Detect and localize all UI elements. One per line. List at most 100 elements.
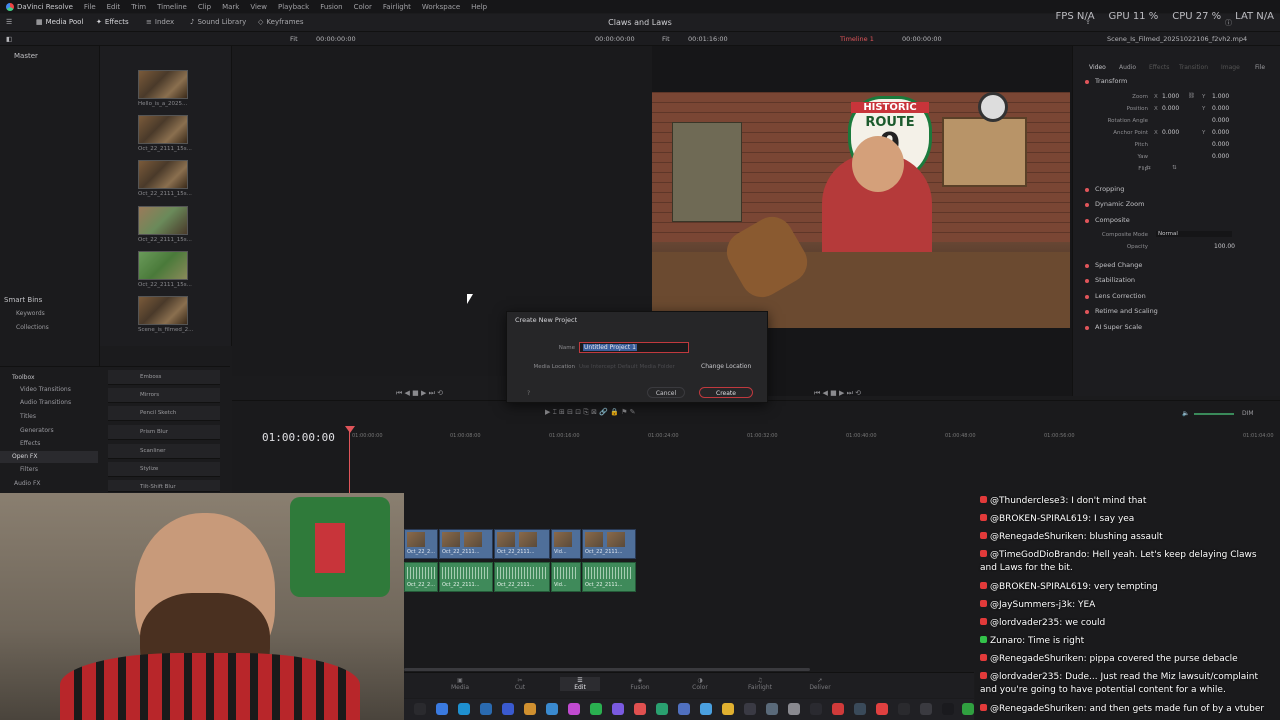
create-button[interactable]: Create — [699, 387, 753, 398]
link-icon[interactable]: ⛓ — [1188, 93, 1195, 99]
effect-emboss[interactable]: Emboss — [108, 370, 220, 385]
app-icon[interactable] — [810, 703, 822, 715]
transform-enabled-dot[interactable] — [1085, 80, 1089, 84]
effects-item[interactable]: Effects — [20, 440, 40, 447]
browser-icon[interactable] — [436, 703, 448, 715]
keywords-bin[interactable]: Keywords — [16, 310, 45, 317]
toolbox-header[interactable]: Toolbox — [12, 374, 35, 381]
master-bin[interactable]: Master — [14, 52, 38, 60]
retime-header[interactable]: Retime and Scaling — [1095, 307, 1158, 315]
media-thumbnail[interactable] — [138, 115, 188, 144]
edit-tools-bar[interactable]: ▶ ⌶ ⊞ ⊟ ⊡ ⎘ ⊠ 🔗 🔒 ⚑ ✎ — [545, 408, 635, 417]
program-zoom-select[interactable]: Fit — [662, 35, 670, 43]
app-icon[interactable] — [634, 703, 646, 715]
app-icon[interactable] — [788, 703, 800, 715]
media-thumbnail[interactable] — [138, 206, 188, 235]
audio-clip[interactable]: Oct_22_2111... — [494, 562, 550, 592]
position-y-field[interactable]: 0.000 — [1212, 105, 1229, 112]
effect-mirrors[interactable]: Mirrors — [108, 388, 220, 403]
effect-stylize[interactable]: Stylize — [108, 462, 220, 477]
spotify-icon[interactable] — [590, 703, 602, 715]
cancel-button[interactable]: Cancel — [647, 387, 685, 398]
menu-fairlight[interactable]: Fairlight — [383, 3, 411, 11]
page-edit[interactable]: ☰ Edit — [560, 677, 600, 691]
dim-button[interactable]: DIM — [1242, 410, 1254, 417]
menu-edit[interactable]: Edit — [107, 3, 121, 11]
playhead-handle[interactable] — [345, 426, 355, 433]
composite-header[interactable]: Composite — [1095, 216, 1130, 224]
audio-clip[interactable]: Oct_22_2... — [404, 562, 438, 592]
effect-scanliner[interactable]: Scanliner — [108, 444, 220, 459]
speed-change-header[interactable]: Speed Change — [1095, 261, 1142, 269]
menu-fusion[interactable]: Fusion — [320, 3, 342, 11]
app-icon[interactable] — [962, 703, 974, 715]
transform-header[interactable]: Transform — [1095, 77, 1127, 85]
video-transitions-item[interactable]: Video Transitions — [20, 386, 71, 393]
menu-timeline[interactable]: Timeline — [157, 3, 187, 11]
app-icon[interactable] — [612, 703, 624, 715]
effect-pencil-sketch[interactable]: Pencil Sketch — [108, 406, 220, 421]
opacity-field[interactable]: 100.00 — [1214, 243, 1235, 250]
page-fusion[interactable]: ◈ Fusion — [620, 677, 660, 691]
composite-mode-select[interactable]: Normal — [1156, 231, 1232, 237]
media-thumbnail[interactable] — [138, 70, 188, 99]
super-scale-enabled-dot[interactable] — [1085, 326, 1089, 330]
app-icon[interactable] — [480, 703, 492, 715]
menu-help[interactable]: Help — [471, 3, 487, 11]
flip-vertical-icon[interactable]: ⇅ — [1172, 165, 1177, 171]
app-icon[interactable] — [766, 703, 778, 715]
menu-trim[interactable]: Trim — [131, 3, 146, 11]
titles-item[interactable]: Titles — [20, 413, 36, 420]
page-media[interactable]: ▣ Media — [440, 677, 480, 691]
source-transport-controls[interactable]: ⏮ ◀ ■ ▶ ⏭ ⟲ — [396, 389, 443, 398]
lens-correction-enabled-dot[interactable] — [1085, 295, 1089, 299]
project-name-input[interactable]: Untitled Project 1 — [579, 342, 689, 353]
media-thumbnail[interactable] — [138, 296, 188, 325]
app-icon[interactable] — [546, 703, 558, 715]
page-cut[interactable]: ✂ Cut — [500, 677, 540, 691]
zoom-x-field[interactable]: 1.000 — [1162, 93, 1179, 100]
audio-transitions-item[interactable]: Audio Transitions — [20, 399, 71, 406]
media-thumbnail[interactable] — [138, 160, 188, 189]
explorer-icon[interactable] — [414, 703, 426, 715]
anchor-y-field[interactable]: 0.000 — [1212, 129, 1229, 136]
volume-slider[interactable] — [1194, 413, 1234, 415]
davinci-taskbar-icon[interactable] — [942, 703, 954, 715]
audio-clip[interactable]: Oct_22_2111... — [439, 562, 493, 592]
audio-fx-item[interactable]: Audio FX — [14, 480, 41, 487]
flip-horizontal-icon[interactable]: ⇆ — [1146, 165, 1151, 171]
app-icon[interactable] — [920, 703, 932, 715]
zoom-y-field[interactable]: 1.000 — [1212, 93, 1229, 100]
app-icon[interactable] — [700, 703, 712, 715]
open-fx-item[interactable]: Open FX — [0, 451, 98, 463]
timeline-name[interactable]: Timeline 1 — [840, 35, 874, 43]
cropping-enabled-dot[interactable] — [1085, 188, 1089, 192]
menu-mark[interactable]: Mark — [222, 3, 239, 11]
app-icon[interactable] — [832, 703, 844, 715]
video-frame[interactable]: HISTORIC ROUTE 9 — [652, 92, 1070, 328]
app-icon[interactable] — [898, 703, 910, 715]
audio-clip[interactable]: Oct_22_2111... — [582, 562, 636, 592]
panel-toggle-icon[interactable]: ◧ — [6, 35, 12, 43]
video-clip[interactable]: Oct_22_2111... — [582, 529, 636, 559]
pitch-field[interactable]: 0.000 — [1212, 141, 1229, 148]
super-scale-header[interactable]: AI Super Scale — [1095, 323, 1142, 331]
change-location-button[interactable]: Change Location — [701, 363, 751, 370]
menu-file[interactable]: File — [84, 3, 96, 11]
program-transport-controls[interactable]: ⏮ ◀ ■ ▶ ⏭ ⟲ — [814, 389, 861, 398]
edge-icon[interactable] — [458, 703, 470, 715]
menu-clip[interactable]: Clip — [198, 3, 211, 11]
page-color[interactable]: ◑ Color — [680, 677, 720, 691]
timeline-ruler[interactable]: 01:00:00:00 01:00:08:00 01:00:16:00 01:0… — [350, 428, 1280, 446]
app-icon[interactable] — [656, 703, 668, 715]
folder-icon[interactable] — [524, 703, 536, 715]
app-icon[interactable] — [744, 703, 756, 715]
page-deliver[interactable]: ➚ Deliver — [800, 677, 840, 691]
page-fairlight[interactable]: ♫ Fairlight — [740, 677, 780, 691]
speed-change-enabled-dot[interactable] — [1085, 264, 1089, 268]
effect-prism-blur[interactable]: Prism Blur — [108, 425, 220, 440]
media-thumbnail[interactable] — [138, 251, 188, 280]
filters-item[interactable]: Filters — [20, 466, 38, 473]
dynamic-zoom-enabled-dot[interactable] — [1085, 203, 1089, 207]
help-button[interactable]: ? — [527, 390, 530, 397]
